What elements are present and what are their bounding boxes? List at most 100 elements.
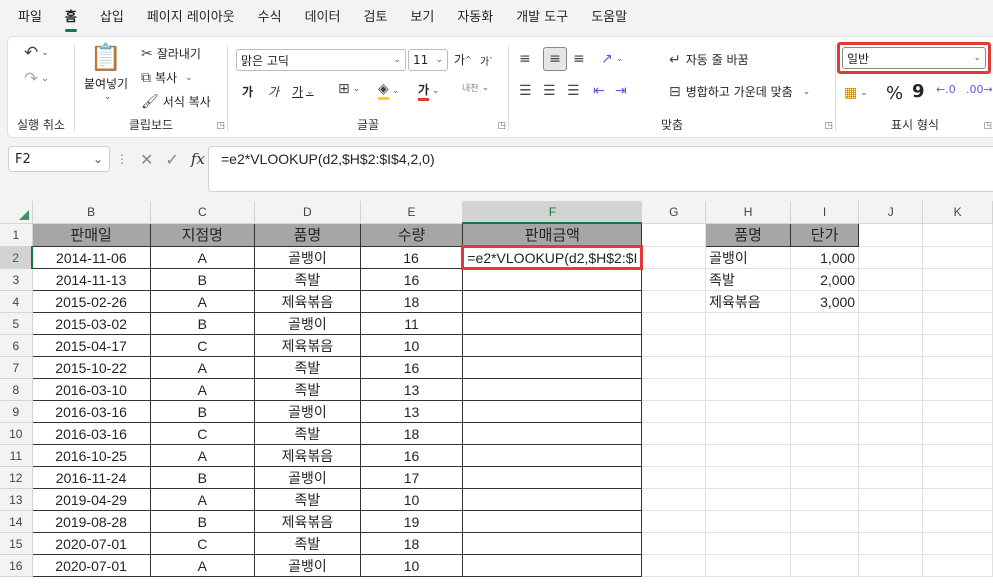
amount-cell[interactable] xyxy=(462,312,643,335)
row-header[interactable]: 4 xyxy=(0,290,33,313)
cell[interactable] xyxy=(858,532,924,555)
tab-7[interactable]: 보기 xyxy=(410,0,434,36)
underline-button[interactable]: 가 ⌄ xyxy=(292,83,314,100)
format-painter-button[interactable]: 🖌 서식 복사 xyxy=(141,93,211,110)
copy-button[interactable]: ⧉ 복사 ⌄ xyxy=(141,69,193,86)
cell[interactable] xyxy=(641,488,707,511)
font-name-select[interactable]: 맑은 고딕 ⌄ xyxy=(236,49,406,71)
column-header-c[interactable]: C xyxy=(150,201,256,224)
merge-center-button[interactable]: ⊟ 병합하고 가운데 맞춤 ⌄ xyxy=(669,83,810,100)
active-cell[interactable]: =e2*VLOOKUP(d2,$H$2:$I xyxy=(461,245,644,270)
amount-cell[interactable] xyxy=(462,400,643,423)
branch-cell[interactable]: B xyxy=(149,312,256,335)
date-cell[interactable]: 2016-03-10 xyxy=(31,378,151,401)
qty-cell[interactable]: 16 xyxy=(359,246,464,269)
font-color-button[interactable]: 가 ⌄ xyxy=(418,81,440,101)
cell[interactable] xyxy=(705,466,792,489)
item-cell[interactable]: 제육볶음 xyxy=(254,290,361,313)
header-cell[interactable]: 지점명 xyxy=(149,222,256,247)
tab-9[interactable]: 개발 도구 xyxy=(516,0,568,36)
comma-style-button[interactable]: 9 xyxy=(912,81,925,102)
date-cell[interactable]: 2016-03-16 xyxy=(31,422,151,445)
row-header[interactable]: 13 xyxy=(0,488,33,511)
amount-cell[interactable] xyxy=(462,334,643,357)
row-header[interactable]: 12 xyxy=(0,466,33,489)
align-right-button[interactable]: ☰ xyxy=(567,83,580,99)
cell[interactable] xyxy=(641,312,707,335)
amount-cell[interactable] xyxy=(462,422,643,445)
header-cell[interactable]: 품명 xyxy=(254,222,361,247)
cell[interactable] xyxy=(858,334,924,357)
row-header[interactable]: 15 xyxy=(0,532,33,555)
branch-cell[interactable]: B xyxy=(149,510,256,533)
lookup-name-cell[interactable]: 제육볶음 xyxy=(705,290,792,313)
cell[interactable] xyxy=(641,510,707,533)
item-cell[interactable]: 족발 xyxy=(254,532,361,555)
amount-cell[interactable] xyxy=(462,532,643,555)
tab-3[interactable]: 페이지 레이아웃 xyxy=(147,0,235,36)
row-header[interactable]: 3 xyxy=(0,268,33,291)
branch-cell[interactable]: A xyxy=(149,444,256,467)
tab-8[interactable]: 자동화 xyxy=(457,0,493,36)
column-header-d[interactable]: D xyxy=(254,201,361,224)
qty-cell[interactable]: 19 xyxy=(359,510,464,533)
row-header[interactable]: 2 xyxy=(0,246,34,269)
cell[interactable] xyxy=(641,223,707,247)
qty-cell[interactable]: 16 xyxy=(359,356,464,379)
align-top-button[interactable]: ≡ xyxy=(519,51,531,67)
worksheet-grid[interactable]: BCDEFGHIJK 1 판매일 지점명 품명 수량 판매금액 품명 단가 2 2014-11-0… xyxy=(0,201,993,584)
qty-cell[interactable]: 11 xyxy=(359,312,464,335)
amount-cell[interactable] xyxy=(462,466,643,489)
cell[interactable] xyxy=(705,378,792,401)
row-header[interactable]: 7 xyxy=(0,356,33,379)
branch-cell[interactable]: B xyxy=(149,268,256,291)
cell[interactable] xyxy=(858,466,924,489)
item-cell[interactable]: 족발 xyxy=(254,488,361,511)
row-header[interactable]: 11 xyxy=(0,444,33,467)
row-header[interactable]: 1 xyxy=(0,223,33,247)
qty-cell[interactable]: 18 xyxy=(359,532,464,555)
cell[interactable] xyxy=(641,532,707,555)
cell[interactable] xyxy=(705,312,792,335)
cell[interactable] xyxy=(858,378,924,401)
lookup-name-cell[interactable]: 족발 xyxy=(705,268,792,291)
qty-cell[interactable]: 18 xyxy=(359,422,464,445)
cell[interactable] xyxy=(641,400,707,423)
cell[interactable] xyxy=(922,488,993,511)
cell[interactable] xyxy=(705,554,792,577)
item-cell[interactable]: 골뱅이 xyxy=(254,466,361,489)
branch-cell[interactable]: B xyxy=(149,400,256,423)
column-header-i[interactable]: I xyxy=(790,201,860,224)
cell[interactable] xyxy=(790,312,860,335)
cell[interactable] xyxy=(922,246,993,269)
branch-cell[interactable]: C xyxy=(149,334,256,357)
qty-cell[interactable]: 18 xyxy=(359,290,464,313)
dialog-launcher-icon[interactable]: ◳ xyxy=(983,121,992,131)
column-header-b[interactable]: B xyxy=(32,201,151,224)
cell[interactable] xyxy=(790,488,860,511)
align-bottom-button[interactable]: ≡ xyxy=(573,51,585,67)
date-cell[interactable]: 2019-08-28 xyxy=(31,510,151,533)
lookup-price-cell[interactable]: 1,000 xyxy=(790,246,860,269)
cell[interactable] xyxy=(790,378,860,401)
cell[interactable] xyxy=(858,290,924,313)
item-cell[interactable]: 제육볶음 xyxy=(254,510,361,533)
cell[interactable] xyxy=(922,290,993,313)
item-cell[interactable]: 족발 xyxy=(254,356,361,379)
orientation-button[interactable]: ↗ ⌄ xyxy=(601,51,623,67)
cut-button[interactable]: ✂ 잘라내기 xyxy=(141,45,201,62)
cell[interactable] xyxy=(858,268,924,291)
cell[interactable] xyxy=(790,444,860,467)
row-header[interactable]: 14 xyxy=(0,510,33,533)
dialog-launcher-icon[interactable]: ◳ xyxy=(497,121,506,131)
header-cell[interactable]: 판매금액 xyxy=(462,222,643,247)
qty-cell[interactable]: 10 xyxy=(359,334,464,357)
amount-cell[interactable] xyxy=(462,378,643,401)
row-header[interactable]: 6 xyxy=(0,334,33,357)
date-cell[interactable]: 2015-03-02 xyxy=(31,312,151,335)
date-cell[interactable]: 2015-02-26 xyxy=(31,290,151,313)
cell[interactable] xyxy=(641,466,707,489)
qty-cell[interactable]: 16 xyxy=(359,444,464,467)
cell[interactable] xyxy=(790,422,860,445)
cancel-icon[interactable]: ✕ xyxy=(140,150,153,169)
